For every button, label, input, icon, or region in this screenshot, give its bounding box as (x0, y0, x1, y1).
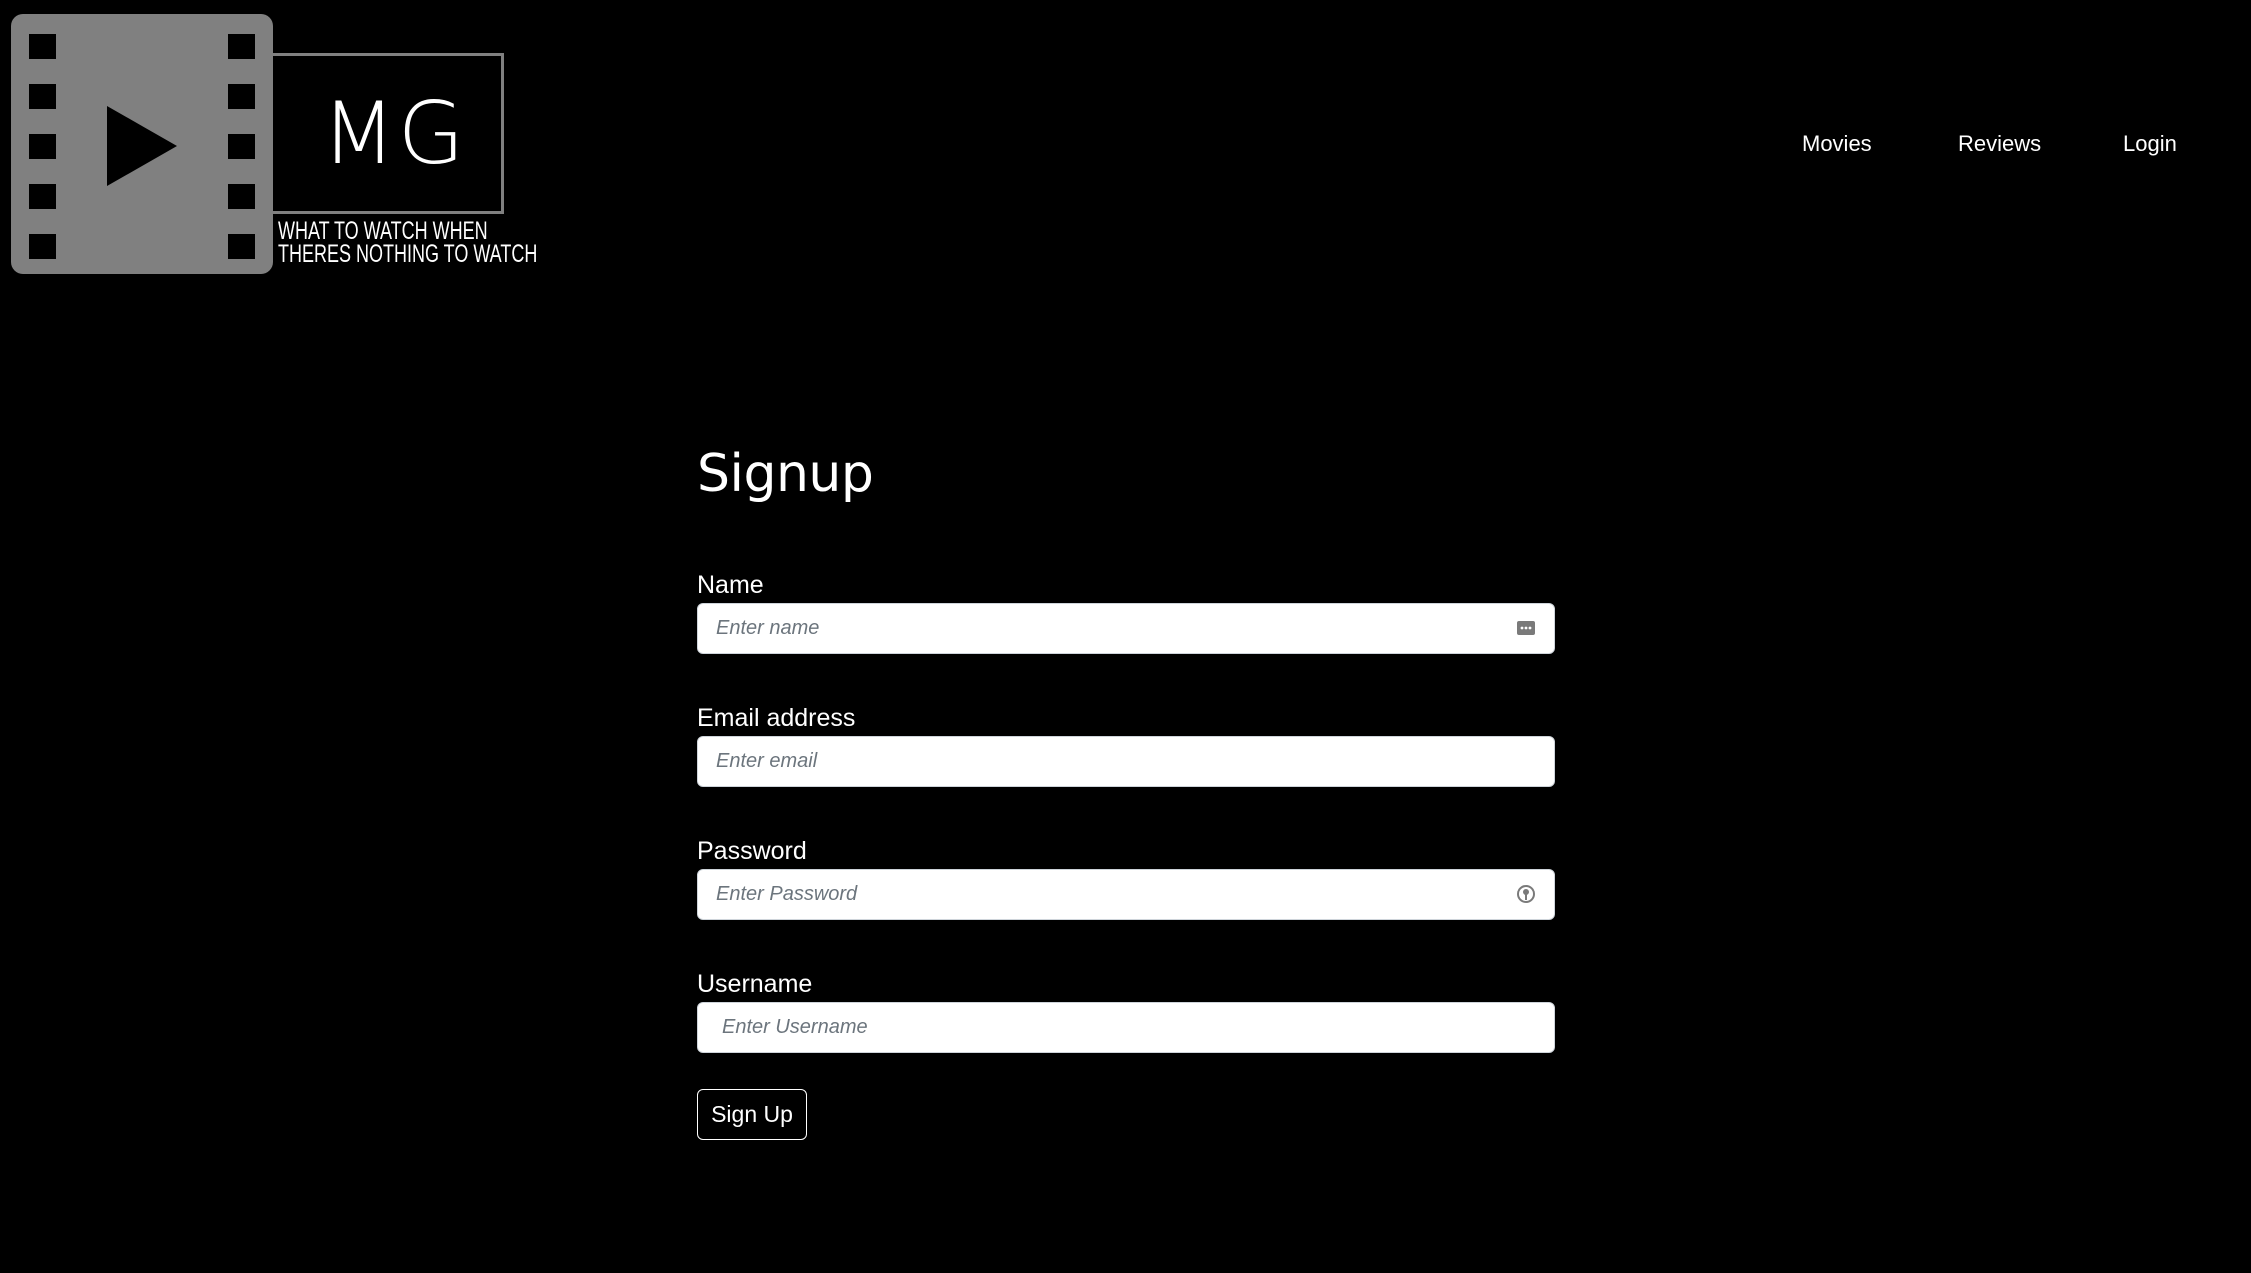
username-input-wrapper (697, 1002, 1555, 1053)
username-input[interactable] (697, 1002, 1555, 1053)
password-label: Password (697, 837, 807, 865)
film-hole (228, 134, 255, 159)
nav-link-reviews[interactable]: Reviews (1958, 131, 2041, 157)
email-input[interactable] (697, 736, 1555, 787)
logo-tagline: WHAT TO WATCH WHEN THERES NOTHING TO WAT… (278, 219, 538, 268)
logo-text: MG (321, 83, 467, 184)
play-icon (107, 106, 177, 186)
film-hole (29, 234, 56, 259)
site-logo[interactable]: MG WHAT TO WATCH WHEN THERES NOTHING TO … (11, 14, 571, 276)
page-title: Signup (697, 444, 874, 504)
email-field-group: Email address (697, 702, 1555, 787)
password-input-wrapper (697, 869, 1555, 920)
film-hole (228, 234, 255, 259)
film-strip-icon (11, 14, 273, 274)
nav-link-movies[interactable]: Movies (1802, 131, 1872, 157)
name-label: Name (697, 571, 764, 599)
film-hole (29, 84, 56, 109)
username-field-group: Username (697, 968, 1555, 1053)
film-hole (228, 34, 255, 59)
name-input[interactable] (697, 603, 1555, 654)
signup-form: Signup Name Email address Password (697, 444, 1555, 1140)
email-label: Email address (697, 704, 856, 732)
logo-mg-box: MG (273, 53, 504, 214)
tagline-line-2: THERES NOTHING TO WATCH (278, 240, 538, 268)
password-key-icon[interactable] (1515, 883, 1537, 905)
email-input-wrapper (697, 736, 1555, 787)
name-input-wrapper (697, 603, 1555, 654)
film-hole (29, 134, 56, 159)
nav-link-login[interactable]: Login (2123, 131, 2177, 157)
sign-up-button[interactable]: Sign Up (697, 1089, 807, 1140)
name-field-group: Name (697, 569, 1555, 654)
film-hole (29, 34, 56, 59)
film-hole (228, 184, 255, 209)
page: MG WHAT TO WATCH WHEN THERES NOTHING TO … (0, 0, 2251, 1273)
username-label: Username (697, 970, 813, 998)
password-field-group: Password (697, 835, 1555, 920)
film-hole (29, 184, 56, 209)
password-input[interactable] (697, 869, 1555, 920)
film-hole (228, 84, 255, 109)
autofill-contact-icon[interactable] (1515, 617, 1537, 639)
